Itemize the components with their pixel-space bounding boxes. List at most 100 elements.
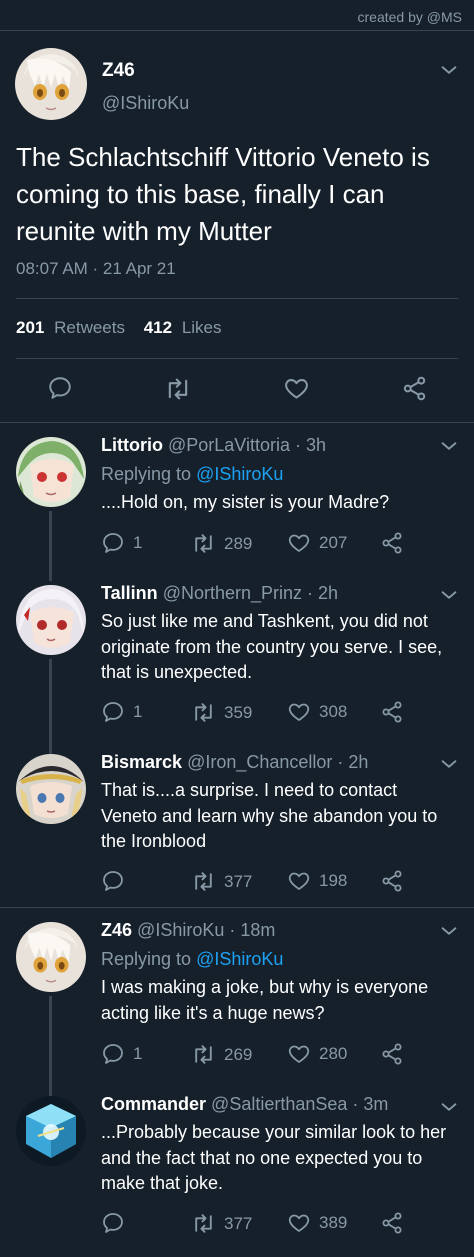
share-button[interactable] (401, 375, 428, 402)
like-button[interactable]: 308 (287, 700, 347, 724)
replying-to-label: Replying to (101, 949, 192, 969)
reply-text: ...Probably because your similar look to… (101, 1122, 447, 1193)
reply-button[interactable]: 1 (101, 700, 142, 724)
chevron-down-icon[interactable] (438, 1096, 460, 1118)
avatar[interactable] (16, 585, 86, 655)
retweet-button[interactable]: 377 (191, 869, 252, 894)
reply-button[interactable] (47, 375, 73, 401)
speech-bubble-icon (101, 1042, 125, 1066)
main-tweet: Z46 @IShiroKu The Schlachtschiff Vittori… (0, 30, 474, 422)
share-nodes-icon (380, 700, 404, 724)
retweet-count: 289 (224, 533, 253, 553)
speech-bubble-icon (101, 869, 125, 893)
retweet-button[interactable]: 359 (191, 700, 252, 725)
avatar[interactable] (16, 754, 86, 824)
retweet-arrows-icon (191, 700, 216, 725)
author-name[interactable]: Z46 (102, 60, 135, 82)
author-handle[interactable]: @Iron_Chancellor · 2h (187, 752, 368, 772)
retweet-arrows-icon (191, 869, 216, 894)
avatar[interactable] (16, 1096, 86, 1166)
retweet-button[interactable] (164, 375, 192, 403)
tweet-text: The Schlachtschiff Vittorio Veneto is co… (16, 142, 430, 246)
reply-button[interactable]: 1 (101, 1042, 142, 1066)
thread-line (49, 511, 52, 581)
tweet-timestamp[interactable]: 08:07 AM · 21 Apr 21 (16, 259, 176, 279)
replying-to: Replying to @IShiroKu (101, 949, 283, 970)
retweet-count[interactable]: 201 (16, 318, 44, 337)
retweet-arrows-icon (191, 531, 216, 556)
chevron-down-icon[interactable] (438, 584, 460, 606)
avatar[interactable] (16, 922, 86, 992)
author-handle[interactable]: @IShiroKu (102, 93, 189, 114)
author-name[interactable]: Tallinn (101, 583, 158, 603)
like-button[interactable]: 280 (287, 1042, 347, 1066)
heart-icon (287, 531, 311, 555)
mention-link[interactable]: @IShiroKu (196, 464, 283, 484)
speech-bubble-icon (101, 700, 125, 724)
author-name[interactable]: Littorio (101, 435, 163, 455)
tweet-actions (0, 375, 474, 405)
like-button[interactable]: 207 (287, 531, 347, 555)
retweet-button[interactable]: 269 (191, 1042, 252, 1067)
retweet-count: 377 (224, 871, 253, 891)
divider (0, 907, 474, 908)
thread-line (49, 996, 52, 1098)
reply-actions: 377 389 (101, 1211, 431, 1235)
retweet-arrows-icon (191, 1211, 216, 1236)
reply-count: 1 (133, 1044, 143, 1063)
like-button[interactable] (283, 375, 310, 402)
like-count: 280 (319, 1044, 348, 1063)
reply-actions: 1 269 280 (101, 1042, 431, 1066)
author-name[interactable]: Z46 (101, 920, 132, 940)
author-name[interactable]: Commander (101, 1094, 206, 1114)
chevron-down-icon[interactable] (438, 59, 460, 81)
share-nodes-icon (380, 1042, 404, 1066)
reply-text: That is....a surprise. I need to contact… (101, 780, 438, 851)
retweet-button[interactable]: 377 (191, 1211, 252, 1236)
like-count: 207 (319, 533, 348, 552)
author-handle[interactable]: @SaltierthanSea · 3m (211, 1094, 388, 1114)
share-button[interactable] (380, 1211, 412, 1235)
replying-to-label: Replying to (101, 464, 192, 484)
speech-bubble-icon (101, 531, 125, 555)
speech-bubble-icon (101, 1211, 125, 1235)
reply-header: Littorio @PorLaVittoria · 3h (101, 435, 326, 456)
reply-actions: 377 198 (101, 869, 431, 893)
share-button[interactable] (380, 531, 412, 555)
retweet-button[interactable]: 289 (191, 531, 252, 556)
retweet-count: 377 (224, 1213, 253, 1233)
share-button[interactable] (380, 869, 412, 893)
reply-count: 1 (133, 533, 143, 552)
watermark-credit: created by @MS (357, 9, 462, 25)
author-name[interactable]: Bismarck (101, 752, 182, 772)
avatar[interactable] (16, 437, 86, 507)
retweet-label[interactable]: Retweets (54, 318, 125, 337)
avatar[interactable] (15, 48, 87, 120)
reply-button[interactable] (101, 869, 133, 893)
like-button[interactable]: 389 (287, 1211, 347, 1235)
reply-count: 1 (133, 702, 143, 721)
heart-icon (287, 700, 311, 724)
chevron-down-icon[interactable] (438, 920, 460, 942)
reply-header: Z46 @IShiroKu · 18m (101, 920, 275, 941)
share-nodes-icon (380, 1211, 404, 1235)
share-button[interactable] (380, 1042, 412, 1066)
reply-button[interactable]: 1 (101, 531, 142, 555)
author-handle[interactable]: @IShiroKu · 18m (137, 920, 275, 940)
share-button[interactable] (380, 700, 412, 724)
heart-icon (287, 1211, 311, 1235)
reply-button[interactable] (101, 1211, 133, 1235)
like-button[interactable]: 198 (287, 869, 347, 893)
like-count: 389 (319, 1213, 348, 1232)
author-handle[interactable]: @PorLaVittoria · 3h (168, 435, 326, 455)
like-count: 308 (319, 702, 348, 721)
share-nodes-icon (380, 869, 404, 893)
author-handle[interactable]: @Northern_Prinz · 2h (163, 583, 338, 603)
reply-text: I was making a joke, but why is everyone… (101, 977, 429, 1023)
mention-link[interactable]: @IShiroKu (196, 949, 283, 969)
chevron-down-icon[interactable] (438, 435, 460, 457)
like-count[interactable]: 412 (144, 318, 172, 337)
chevron-down-icon[interactable] (438, 753, 460, 775)
reply-text: ....Hold on, my sister is your Madre? (101, 492, 390, 512)
like-label[interactable]: Likes (182, 318, 222, 337)
